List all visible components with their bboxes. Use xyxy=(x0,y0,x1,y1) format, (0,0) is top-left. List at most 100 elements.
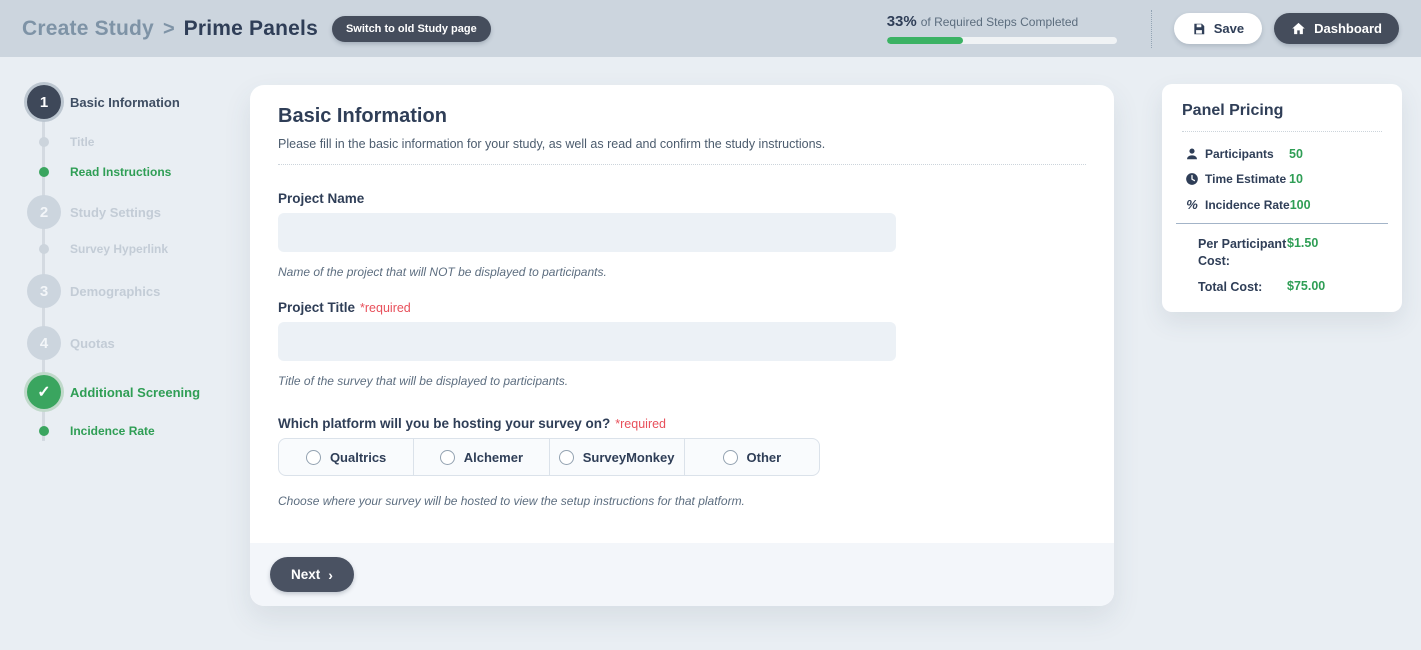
project-title-label: Project Title *required xyxy=(278,300,1086,315)
clock-icon xyxy=(1184,172,1200,186)
chevron-right-icon: › xyxy=(328,567,333,583)
step-2-label: Study Settings xyxy=(70,205,161,220)
stepper-step-quotas[interactable]: 4 Quotas xyxy=(26,326,244,360)
stepper-substep-incidence-rate[interactable]: Incidence Rate xyxy=(26,422,244,440)
progress-block: 33% of Required Steps Completed xyxy=(887,13,1125,44)
progress-fill xyxy=(887,37,963,44)
pricing-row-time-estimate: Time Estimate 10 xyxy=(1182,172,1382,186)
platform-option-other[interactable]: Other xyxy=(685,439,819,475)
person-icon xyxy=(1184,147,1200,161)
project-name-label: Project Name xyxy=(278,191,1086,206)
stepper-substep-title[interactable]: Title xyxy=(26,133,244,151)
substep-survey-hyperlink-dot xyxy=(39,244,49,254)
stepper-step-basic-information[interactable]: 1 Basic Information xyxy=(26,85,244,119)
breadcrumb-parent[interactable]: Create Study xyxy=(22,17,154,41)
section-subtitle: Please fill in the basic information for… xyxy=(278,137,1086,151)
step-3-label: Demographics xyxy=(70,284,160,299)
time-estimate-label: Time Estimate xyxy=(1205,172,1289,186)
header-divider xyxy=(1151,10,1152,48)
step-4-label: Quotas xyxy=(70,336,115,351)
switch-button-label: Switch to old Study page xyxy=(346,23,477,35)
home-icon xyxy=(1291,21,1306,36)
breadcrumb-separator: > xyxy=(163,18,175,41)
dashboard-button[interactable]: Dashboard xyxy=(1274,13,1399,44)
surveymonkey-radio[interactable] xyxy=(559,450,574,465)
project-title-input[interactable] xyxy=(278,322,896,361)
stepper-substep-survey-hyperlink[interactable]: Survey Hyperlink xyxy=(26,240,244,258)
per-participant-cost-label: Per Participant Cost: xyxy=(1198,236,1287,270)
breadcrumb: Create Study > Prime Panels xyxy=(22,17,318,41)
dashboard-button-label: Dashboard xyxy=(1314,21,1382,36)
other-radio[interactable] xyxy=(723,450,738,465)
project-title-helper: Title of the survey that will be display… xyxy=(278,374,1086,388)
platform-option-surveymonkey[interactable]: SurveyMonkey xyxy=(550,439,685,475)
step-5-label: Additional Screening xyxy=(70,385,200,400)
progress-percent: 33% xyxy=(887,13,917,30)
save-button[interactable]: Save xyxy=(1174,13,1262,44)
platform-question-label: Which platform will you be hosting your … xyxy=(278,416,1086,431)
project-name-helper: Name of the project that will NOT be dis… xyxy=(278,265,1086,279)
stepper-step-additional-screening[interactable]: ✓ Additional Screening xyxy=(26,375,244,409)
switch-to-old-study-button[interactable]: Switch to old Study page xyxy=(332,16,491,42)
progress-text: 33% of Required Steps Completed xyxy=(887,13,1125,30)
participants-label: Participants xyxy=(1205,147,1289,161)
page-title: Prime Panels xyxy=(184,17,318,41)
total-cost-value: $75.00 xyxy=(1287,279,1382,293)
substep-incidence-rate-dot xyxy=(39,426,49,436)
section-title: Basic Information xyxy=(278,105,1086,128)
incidence-rate-value: 100 xyxy=(1290,198,1382,212)
progress-label: of Required Steps Completed xyxy=(921,15,1078,29)
substep-read-instructions-label: Read Instructions xyxy=(70,165,171,179)
platform-question-text: Which platform will you be hosting your … xyxy=(278,416,610,431)
panel-pricing-card: Panel Pricing Participants 50 Time Estim… xyxy=(1162,84,1402,312)
card-footer: Next › xyxy=(250,543,1114,606)
pricing-row-incidence-rate: % Incidence Rate 100 xyxy=(1182,197,1382,212)
platform-option-alchemer[interactable]: Alchemer xyxy=(414,439,549,475)
substep-survey-hyperlink-label: Survey Hyperlink xyxy=(70,242,168,256)
substep-incidence-rate-label: Incidence Rate xyxy=(70,424,155,438)
basic-information-card: Basic Information Please fill in the bas… xyxy=(250,85,1114,606)
save-icon xyxy=(1192,22,1206,36)
save-button-label: Save xyxy=(1214,21,1244,36)
progress-bar xyxy=(887,37,1117,44)
substep-title-dot xyxy=(39,137,49,147)
top-header: Create Study > Prime Panels Switch to ol… xyxy=(0,0,1421,57)
incidence-rate-label: Incidence Rate xyxy=(1205,198,1290,212)
surveymonkey-label: SurveyMonkey xyxy=(583,450,675,465)
panel-pricing-title: Panel Pricing xyxy=(1182,102,1382,120)
study-stepper: 1 Basic Information Title Read Instructi… xyxy=(26,85,244,440)
alchemer-radio[interactable] xyxy=(440,450,455,465)
project-name-input[interactable] xyxy=(278,213,896,252)
section-divider xyxy=(278,164,1086,165)
substep-read-instructions-dot xyxy=(39,167,49,177)
cost-row-total: Total Cost: $75.00 xyxy=(1182,279,1382,296)
participants-value: 50 xyxy=(1289,147,1382,161)
pricing-row-participants: Participants 50 xyxy=(1182,147,1382,161)
step-4-circle: 4 xyxy=(27,326,61,360)
project-name-label-text: Project Name xyxy=(278,191,364,206)
platform-radio-group: Qualtrics Alchemer SurveyMonkey Other xyxy=(278,438,820,476)
stepper-step-study-settings[interactable]: 2 Study Settings xyxy=(26,195,244,229)
project-title-required-tag: *required xyxy=(360,301,411,315)
qualtrics-label: Qualtrics xyxy=(330,450,386,465)
step-1-circle: 1 xyxy=(27,85,61,119)
cost-row-per-participant: Per Participant Cost: $1.50 xyxy=(1182,236,1382,270)
percent-icon: % xyxy=(1184,197,1200,212)
platform-helper: Choose where your survey will be hosted … xyxy=(278,494,1086,508)
step-1-label: Basic Information xyxy=(70,95,180,110)
step-2-circle: 2 xyxy=(27,195,61,229)
project-title-label-text: Project Title xyxy=(278,300,355,315)
pricing-divider-solid xyxy=(1176,223,1388,224)
substep-title-label: Title xyxy=(70,135,94,149)
step-3-circle: 3 xyxy=(27,274,61,308)
next-button[interactable]: Next › xyxy=(270,557,354,592)
per-participant-cost-value: $1.50 xyxy=(1287,236,1382,250)
step-5-check-circle: ✓ xyxy=(27,375,61,409)
qualtrics-radio[interactable] xyxy=(306,450,321,465)
total-cost-label: Total Cost: xyxy=(1198,279,1287,296)
stepper-substep-read-instructions[interactable]: Read Instructions xyxy=(26,163,244,181)
platform-option-qualtrics[interactable]: Qualtrics xyxy=(279,439,414,475)
alchemer-label: Alchemer xyxy=(464,450,523,465)
time-estimate-value: 10 xyxy=(1289,172,1382,186)
stepper-step-demographics[interactable]: 3 Demographics xyxy=(26,274,244,308)
